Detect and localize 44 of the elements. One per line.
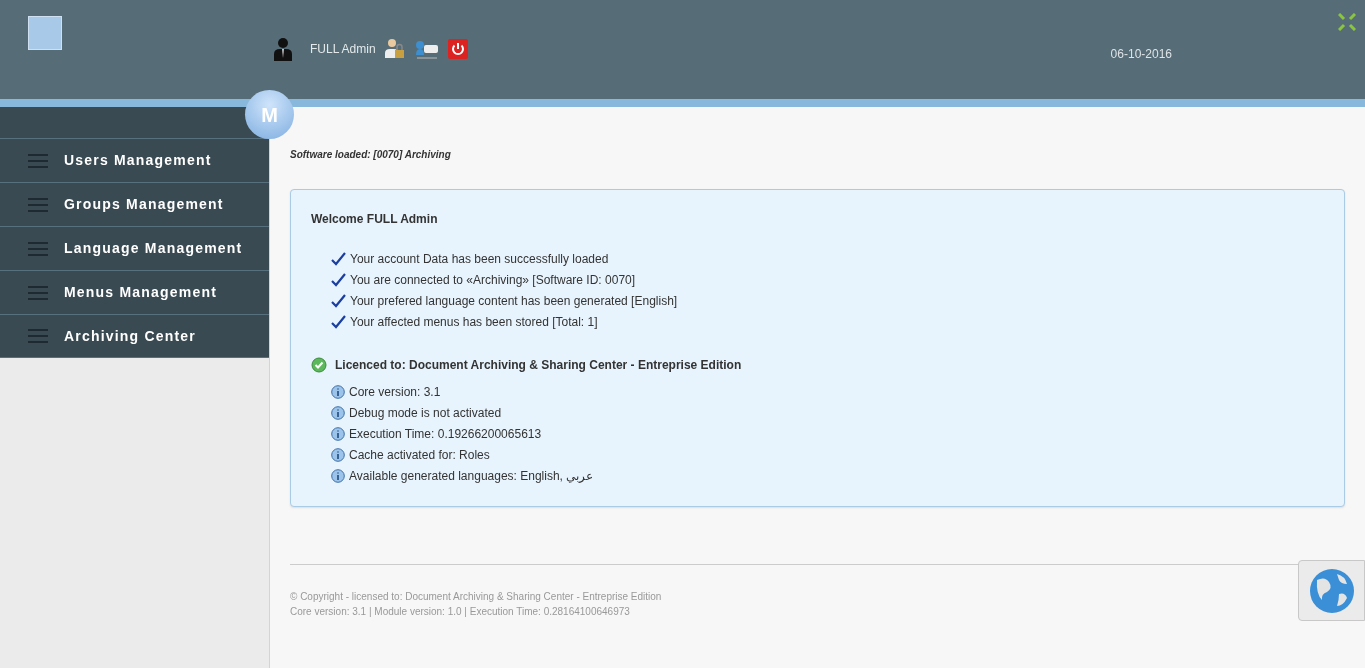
software-loaded-text: Software loaded: [0070] Archiving: [290, 148, 452, 162]
status-text: Your affected menus has been stored [Total: 1]: [350, 313, 598, 331]
info-text: Available generated languages: English, عربي: [349, 467, 594, 485]
globe-icon: [1308, 567, 1355, 614]
status-text: Your prefered language content has been generated [English]: [350, 292, 678, 310]
sidebar-item[interactable]: Groups Management: [0, 182, 269, 226]
logo-image: [28, 16, 62, 50]
menu-icon: [28, 285, 48, 300]
status-text: You are connected to «Archiving» [Software ID: 0070]: [350, 271, 636, 289]
info-icon: [331, 447, 345, 462]
check-circle-icon: [311, 356, 327, 373]
sidebar-item[interactable]: Menus Management: [0, 270, 269, 314]
info-text: Core version: 3.1: [349, 383, 441, 401]
sidebar-item[interactable]: Archiving Center: [0, 314, 269, 358]
menu-icon: [28, 153, 48, 168]
info-icon: [331, 426, 345, 441]
checkmark-icon: [331, 272, 346, 287]
user-icon: [272, 37, 294, 61]
info-icon: [331, 468, 345, 483]
user-name: FULL Admin: [310, 41, 376, 58]
info-icon: [331, 405, 345, 420]
welcome-title: Welcome FULL Admin: [311, 211, 439, 228]
date-text: 06-10-2016: [1110, 47, 1172, 61]
licence-text: Licenced to: Document Archiving & Sharing Center - Entreprise Edition: [335, 356, 742, 374]
power-icon[interactable]: [447, 39, 468, 59]
chat-icon[interactable]: [413, 39, 440, 59]
sidebar-item[interactable]: Users Management: [0, 138, 269, 182]
sidebar-item[interactable]: Language Management: [0, 226, 269, 270]
user-lock-icon[interactable]: [383, 38, 406, 60]
checkmark-icon: [331, 293, 346, 308]
checkmark-icon: [331, 314, 346, 329]
info-icon: [331, 384, 345, 399]
language-button[interactable]: [1298, 560, 1365, 621]
info-text: Execution Time: 0.19266200065613: [349, 425, 542, 443]
info-text: Debug mode is not activated: [349, 404, 502, 422]
checkmark-icon: [331, 251, 346, 266]
menu-icon: [28, 241, 48, 256]
info-text: Cache activated for: Roles: [349, 446, 490, 464]
menu-icon: [28, 329, 48, 343]
fullscreen-icon[interactable]: [1338, 13, 1356, 31]
footer-text: © Copyright - licensed to: Document Archiving & Sharing Center - Entreprise Edition: [290, 590, 663, 604]
status-text: Your account Data has been successfully loaded: [350, 250, 609, 268]
menu-icon: [28, 197, 48, 212]
footer-text: Core version: 3.1 | Module version: 1.0 | Execution Time: 0.28164100646973: [290, 605, 631, 619]
